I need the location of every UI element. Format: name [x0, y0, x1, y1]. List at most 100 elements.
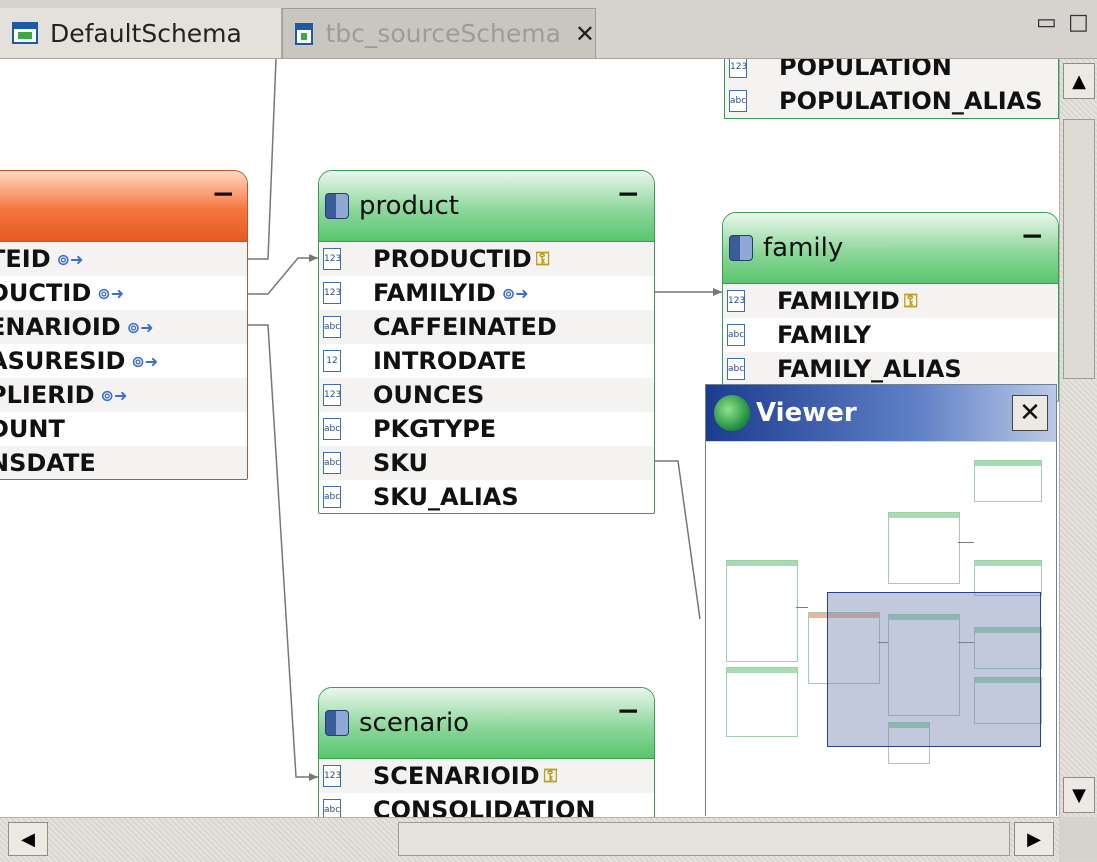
scroll-left-button[interactable]: ◀	[8, 822, 48, 856]
entity-row[interactable]: ASURESID ⊚➜	[0, 344, 247, 378]
link-line	[248, 59, 277, 260]
collapse-button[interactable]: −	[1021, 219, 1044, 252]
link-line	[248, 257, 318, 295]
collapse-button[interactable]: −	[617, 177, 640, 210]
vertical-scroll-thumb[interactable]	[1063, 119, 1095, 379]
text-type-icon: abc	[727, 358, 745, 380]
foreign-key-icon: ⊚➜	[131, 351, 159, 371]
viewer-title-bar[interactable]: Viewer ✕	[706, 385, 1056, 441]
entity-row[interactable]: DUNT	[0, 412, 247, 446]
tab-label: DefaultSchema	[50, 18, 242, 48]
minimize-icon[interactable]: ▭	[1036, 10, 1057, 35]
date-type-icon: 12	[323, 350, 341, 372]
numeric-type-icon: 123	[323, 384, 341, 406]
viewer-panel[interactable]: Viewer ✕	[705, 384, 1057, 816]
entity-row[interactable]: abc CAFFEINATED	[319, 310, 654, 344]
viewer-thumbnail[interactable]	[706, 441, 1056, 816]
text-type-icon: abc	[323, 799, 341, 817]
tab-defaultschema[interactable]: DefaultSchema	[0, 8, 282, 58]
link-line	[655, 460, 701, 620]
mini-entity	[974, 560, 1042, 596]
primary-key-icon: ⚿	[903, 290, 918, 312]
entity-row[interactable]: TEID⊚➜	[0, 242, 247, 276]
foreign-key-icon: ⊚➜	[126, 317, 154, 337]
mini-entity	[888, 512, 960, 584]
numeric-type-icon: 123	[323, 282, 341, 304]
arrow-head	[713, 288, 722, 296]
entity-row[interactable]: abc PKGTYPE	[319, 412, 654, 446]
mini-entity	[726, 560, 798, 662]
entity-row[interactable]: PLIERID⊚➜	[0, 378, 247, 412]
numeric-type-icon: 123	[323, 765, 341, 787]
viewport-rectangle[interactable]	[827, 592, 1041, 747]
scroll-down-button[interactable]: ▼	[1063, 777, 1095, 813]
table-icon	[325, 710, 349, 736]
collapse-button[interactable]: −	[212, 177, 235, 210]
collapse-button[interactable]: −	[617, 694, 640, 727]
numeric-type-icon: 123	[729, 59, 747, 78]
tab-tbc-sourceschema[interactable]: tbc_sourceSchema ✕	[282, 8, 596, 58]
entity-row[interactable]: abc SKU_ALIAS	[319, 480, 654, 513]
arrow-head	[309, 254, 318, 262]
entity-box-orange[interactable]: − TEID⊚➜ DUCTID⊚➜ ENARIOID⊚➜ ASURESID⊚➜ …	[0, 170, 248, 480]
vertical-scrollbar[interactable]: ▲ ▼	[1059, 59, 1097, 817]
scrollbar-corner	[1059, 817, 1097, 861]
text-type-icon: abc	[727, 324, 745, 346]
maximize-icon[interactable]: □	[1068, 10, 1089, 35]
text-type-icon: abc	[323, 418, 341, 440]
scroll-up-button[interactable]: ▲	[1063, 63, 1095, 99]
entity-row[interactable]: 123 SCENARIOID ⚿	[319, 759, 654, 793]
entity-row[interactable]: abc FAMILY_ALIAS	[723, 352, 1058, 386]
horizontal-scroll-thumb[interactable]	[398, 822, 1010, 856]
primary-key-icon: ⚿	[535, 248, 550, 270]
arrow-head	[309, 773, 318, 781]
entity-row[interactable]: abc SKU	[319, 446, 654, 480]
entity-row[interactable]: abc CONSOLIDATION	[319, 793, 654, 817]
text-type-icon: abc	[729, 90, 747, 112]
close-tab-icon[interactable]: ✕	[575, 20, 595, 48]
entity-header[interactable]: family −	[723, 213, 1058, 284]
entity-row[interactable]: ENARIOID ⊚➜	[0, 310, 247, 344]
entity-box-product[interactable]: product − 123 PRODUCTID ⚿ 123 FAMILYID ⊚➜ ab…	[318, 170, 655, 514]
close-viewer-button[interactable]: ✕	[1012, 395, 1048, 431]
horizontal-scrollbar[interactable]: ◀ ▶	[0, 817, 1059, 862]
viewer-icon	[714, 395, 750, 431]
mini-link	[958, 542, 974, 543]
tab-label: tbc_sourceSchema	[325, 19, 561, 48]
entity-row[interactable]: 123 FAMILYID ⚿	[723, 284, 1058, 318]
primary-key-icon: ⚿	[543, 765, 558, 787]
entity-row[interactable]: NSDATE	[0, 446, 247, 479]
mini-entity	[726, 667, 798, 737]
text-type-icon: abc	[323, 452, 341, 474]
entity-header[interactable]: −	[0, 171, 247, 242]
text-type-icon: abc	[323, 486, 341, 508]
foreign-key-icon: ⊚➜	[100, 385, 128, 405]
viewer-title: Viewer	[756, 398, 857, 428]
entity-row[interactable]: DUCTID⊚➜	[0, 276, 247, 310]
foreign-key-icon: ⊚➜	[501, 283, 529, 303]
entity-row[interactable]: 123 OUNCES	[319, 378, 654, 412]
entity-row[interactable]: abc POPULATION_ALIAS	[725, 84, 1058, 118]
entity-row[interactable]: 12 INTRODATE	[319, 344, 654, 378]
table-icon	[729, 235, 753, 261]
link-line	[248, 324, 318, 778]
mini-entity	[974, 460, 1042, 502]
entity-title: product	[359, 191, 460, 221]
text-type-icon: abc	[323, 316, 341, 338]
entity-header[interactable]: scenario −	[319, 688, 654, 759]
entity-box-scenario[interactable]: scenario − 123 SCENARIOID ⚿ abc CONSOLIDATI…	[318, 687, 655, 817]
editor-tab-bar: DefaultSchema tbc_sourceSchema ✕ ▭ □	[0, 0, 1097, 59]
entity-row[interactable]: 123 POPULATION	[725, 59, 1058, 84]
entity-box-family[interactable]: family − 123 FAMILYID ⚿ abc FAMILY abc FAMIL…	[722, 212, 1059, 402]
schema-icon	[12, 22, 38, 44]
scroll-right-button[interactable]: ▶	[1014, 822, 1054, 856]
entity-header[interactable]: product −	[319, 171, 654, 242]
schema-icon	[295, 22, 314, 45]
entity-row[interactable]: 123 FAMILYID ⊚➜	[319, 276, 654, 310]
numeric-type-icon: 123	[323, 248, 341, 270]
entity-box-population[interactable]: 123 POPULATION abc POPULATION_ALIAS	[724, 59, 1059, 119]
entity-row[interactable]: abc FAMILY	[723, 318, 1058, 352]
numeric-type-icon: 123	[727, 290, 745, 312]
entity-row[interactable]: 123 PRODUCTID ⚿	[319, 242, 654, 276]
foreign-key-icon: ⊚➜	[97, 283, 125, 303]
